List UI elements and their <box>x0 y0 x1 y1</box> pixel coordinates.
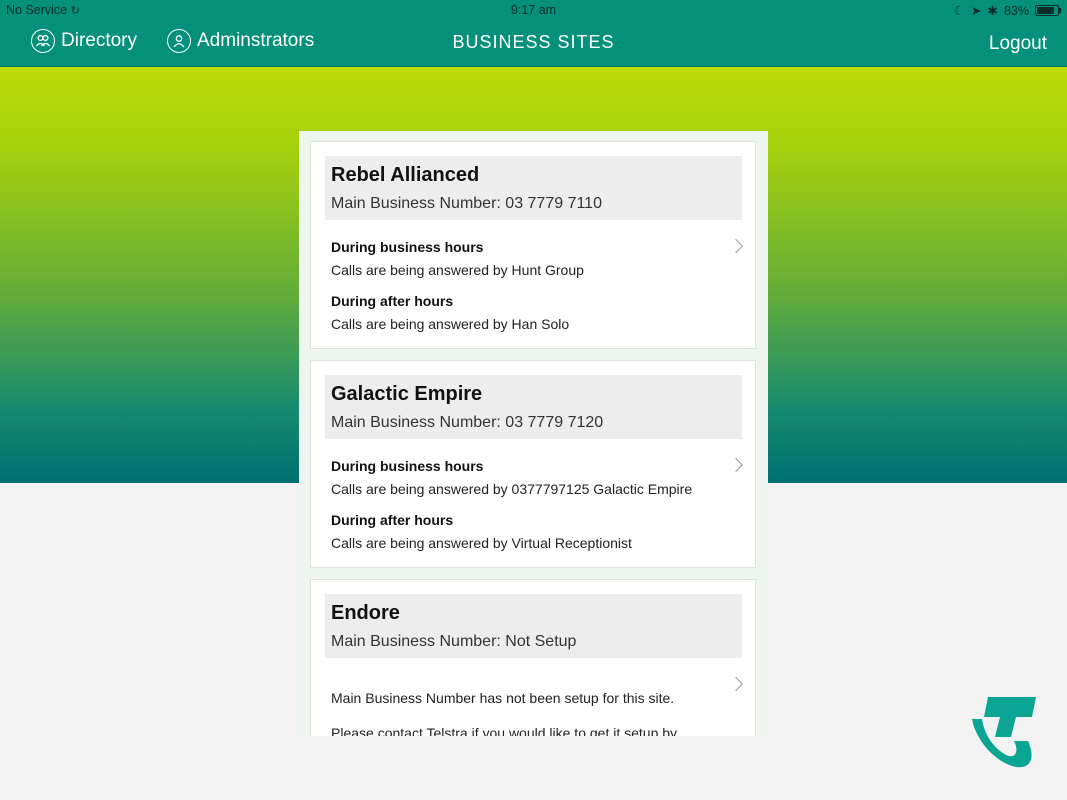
battery-percent: 83% <box>1003 3 1029 18</box>
logout-button[interactable]: Logout <box>989 33 1047 55</box>
after-hours-label: During after hours <box>331 512 454 528</box>
status-right: ☾ ➤ ✱ 83% <box>953 3 1061 18</box>
site-header: Galactic Empire Main Business Number: 03… <box>325 375 742 439</box>
telstra-logo <box>972 697 1036 768</box>
clock: 9:17 am <box>510 3 557 17</box>
battery-icon <box>1035 5 1061 16</box>
site-header: Rebel Allianced Main Business Number: 03… <box>325 156 742 220</box>
chevron-right-icon[interactable] <box>728 238 744 254</box>
after-hours-text: Calls are being answered by Han Solo <box>331 316 570 332</box>
site-name: Endore <box>331 602 400 624</box>
business-sites-list[interactable]: Rebel Allianced Main Business Number: 03… <box>299 131 768 736</box>
after-hours-label: During after hours <box>331 293 454 309</box>
site-header: Endore Main Business Number: Not Setup <box>325 594 742 658</box>
business-hours-text: Calls are being answered by Hunt Group <box>331 262 584 278</box>
site-card-galactic-empire[interactable]: Galactic Empire Main Business Number: 03… <box>310 360 756 568</box>
site-card-endore[interactable]: Endore Main Business Number: Not Setup M… <box>310 579 756 736</box>
moon-icon: ☾ <box>953 4 965 18</box>
chevron-right-icon[interactable] <box>728 676 744 692</box>
site-number: Main Business Number: 03 7779 7110 <box>331 195 602 212</box>
chevron-right-icon[interactable] <box>728 457 744 473</box>
site-card-rebel-allianced[interactable]: Rebel Allianced Main Business Number: 03… <box>310 141 756 349</box>
business-hours-label: During business hours <box>331 458 484 474</box>
business-hours-text: Calls are being answered by 0377797125 G… <box>331 481 693 497</box>
site-name: Galactic Empire <box>331 383 483 405</box>
page-title: BUSINESS SITES <box>452 32 615 52</box>
site-name: Rebel Allianced <box>331 164 480 186</box>
not-setup-message: Main Business Number has not been setup … <box>331 690 675 706</box>
contact-message: Please contact Telstra if you would like… <box>331 725 678 736</box>
site-number: Main Business Number: 03 7779 7120 <box>331 414 604 431</box>
after-hours-text: Calls are being answered by Virtual Rece… <box>331 535 632 551</box>
site-number: Main Business Number: Not Setup <box>331 633 577 650</box>
bluetooth-icon: ✱ <box>987 4 998 18</box>
business-hours-label: During business hours <box>331 239 484 255</box>
location-arrow-icon: ➤ <box>971 4 982 18</box>
top-bar: No Service ↻ 9:17 am ☾ ➤ ✱ 83% Directory… <box>0 0 1067 67</box>
